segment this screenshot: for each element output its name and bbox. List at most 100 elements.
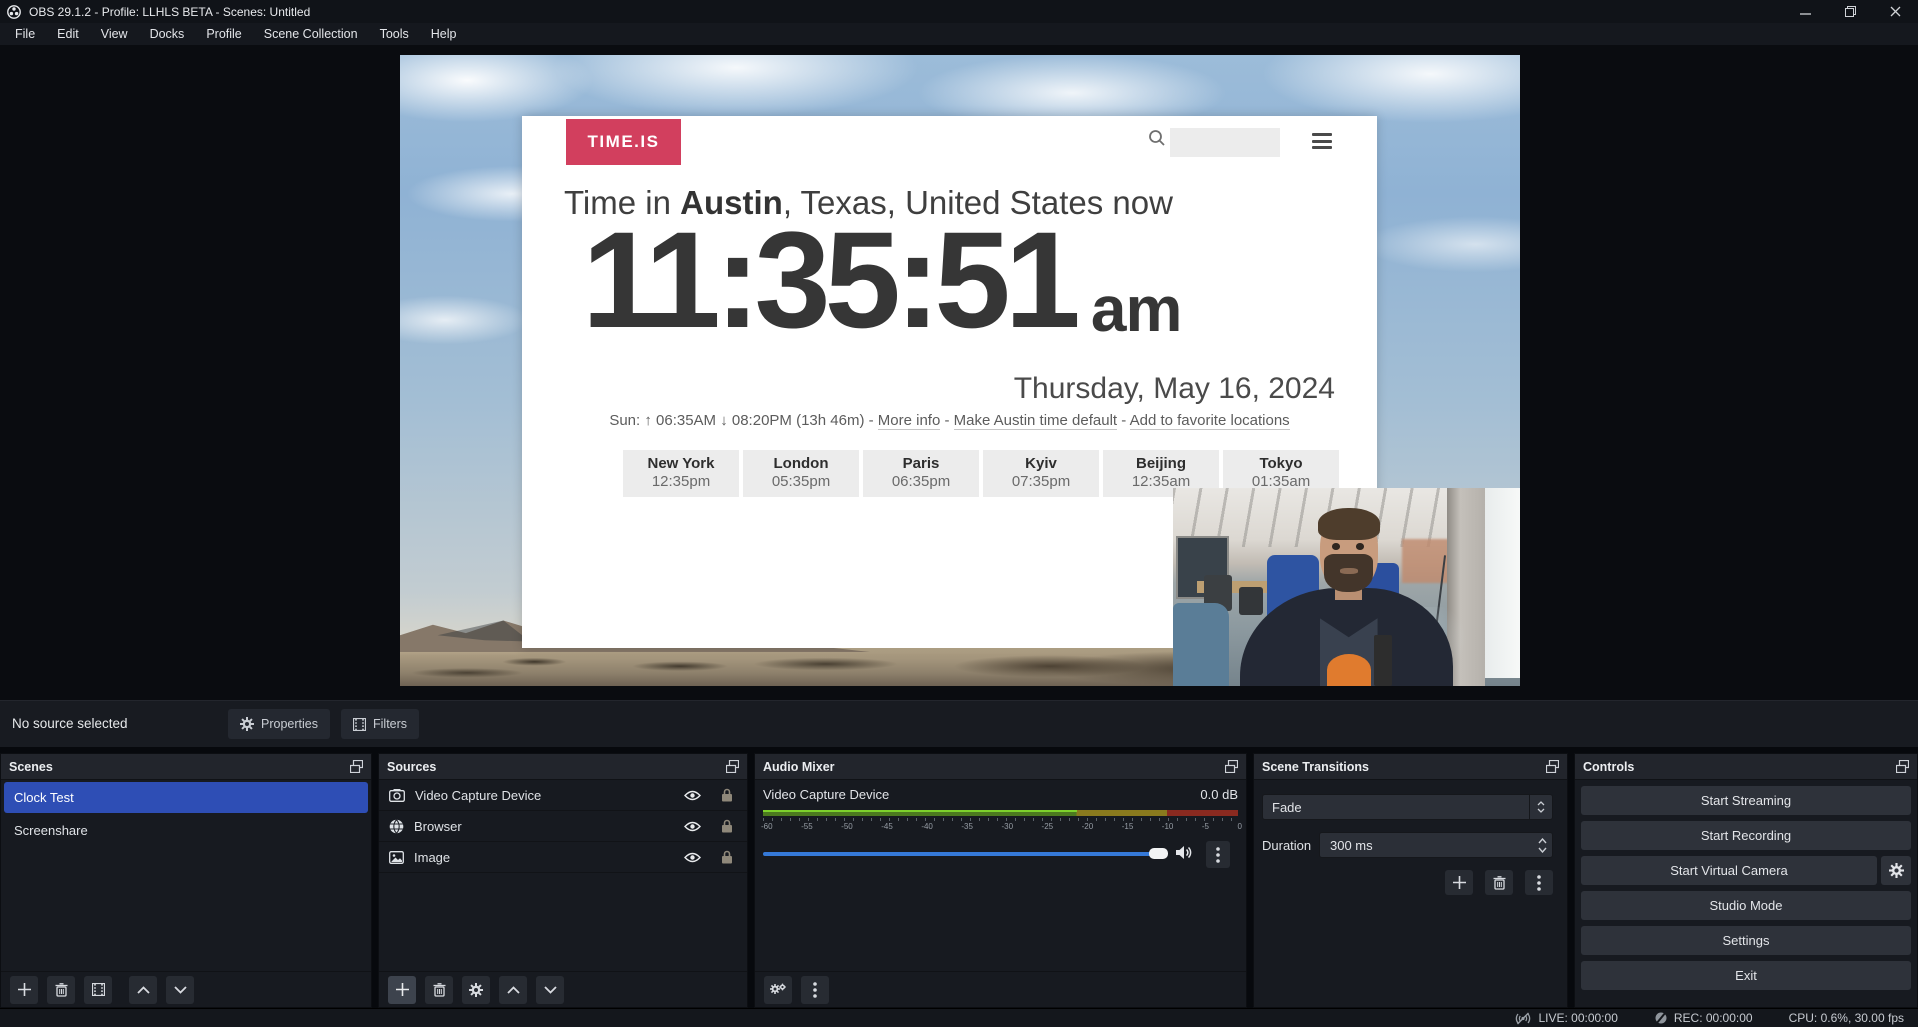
menu-docks[interactable]: Docks <box>139 24 196 44</box>
more-info-link[interactable]: More info <box>878 412 941 430</box>
webcam-overlay-source[interactable] <box>1173 488 1520 686</box>
lock-icon[interactable] <box>721 788 733 802</box>
no-source-selected-label: No source selected <box>12 716 128 731</box>
clock-display: 11:35:51 am <box>582 212 1181 349</box>
preview-canvas[interactable]: TIME.IS Time in Austin, Texas, United St… <box>0 45 1918 700</box>
transition-menu-button[interactable] <box>1525 870 1553 895</box>
plus-icon <box>396 983 409 996</box>
restore-button[interactable] <box>1828 0 1873 23</box>
add-source-button[interactable] <box>388 976 416 1004</box>
visibility-eye-icon[interactable] <box>684 821 701 832</box>
menu-file[interactable]: File <box>4 24 46 44</box>
dock-popout-icon[interactable] <box>1225 760 1238 773</box>
scene-move-up-button[interactable] <box>129 976 157 1004</box>
visibility-eye-icon[interactable] <box>684 790 701 801</box>
clock-meridiem: am <box>1091 277 1182 341</box>
mixer-panel-title: Audio Mixer <box>763 760 835 774</box>
mixer-menu-button[interactable] <box>801 976 829 1004</box>
advanced-audio-button[interactable] <box>764 976 792 1004</box>
camera-icon <box>389 789 405 802</box>
speaker-icon[interactable] <box>1176 845 1193 860</box>
meter-tick-labels: -60-55-50-45-40-35-30-25-20-15-10-50 <box>761 822 1242 831</box>
studio-mode-button[interactable]: Studio Mode <box>1581 891 1911 920</box>
transition-select[interactable]: Fade <box>1262 794 1553 820</box>
scene-move-down-button[interactable] <box>166 976 194 1004</box>
remove-transition-button[interactable] <box>1485 870 1513 895</box>
virtual-camera-config-button[interactable] <box>1881 856 1911 885</box>
cpu-status: CPU: 0.6%, 30.00 fps <box>1789 1011 1904 1025</box>
source-row-video-capture[interactable]: Video Capture Device <box>379 780 747 811</box>
city-card[interactable]: New York12:35pm <box>623 450 739 497</box>
add-transition-button[interactable] <box>1445 870 1473 895</box>
dock-popout-icon[interactable] <box>1896 760 1909 773</box>
person <box>1235 508 1457 686</box>
lock-icon[interactable] <box>721 850 733 864</box>
menu-view[interactable]: View <box>90 24 139 44</box>
duration-spinbox[interactable]: 300 ms <box>1319 832 1553 858</box>
dock-popout-icon[interactable] <box>1546 760 1559 773</box>
close-button[interactable] <box>1873 0 1918 23</box>
clock-time: 11:35:51 <box>582 212 1075 349</box>
start-recording-button[interactable]: Start Recording <box>1581 821 1911 850</box>
filters-button[interactable]: Filters <box>341 709 419 739</box>
dock-popout-icon[interactable] <box>350 760 363 773</box>
start-streaming-button[interactable]: Start Streaming <box>1581 786 1911 815</box>
volume-slider-handle[interactable] <box>1149 848 1168 859</box>
scene-transitions-panel: Scene Transitions Fade Duration 300 ms <box>1253 753 1568 1008</box>
stream-inactive-icon <box>1514 1012 1532 1025</box>
spinbox-arrows-icon[interactable] <box>1532 838 1552 853</box>
audio-mixer-panel: Audio Mixer Video Capture Device 0.0 dB … <box>754 753 1247 1008</box>
start-virtual-camera-button[interactable]: Start Virtual Camera <box>1581 856 1877 885</box>
scene-filters-button[interactable] <box>84 976 112 1004</box>
scenes-panel-title: Scenes <box>9 760 53 774</box>
double-gear-icon <box>770 983 786 997</box>
chevron-up-icon <box>137 986 150 994</box>
search-icon <box>1148 129 1166 147</box>
source-row-image[interactable]: Image <box>379 842 747 873</box>
add-favorite-link[interactable]: Add to favorite locations <box>1130 412 1290 430</box>
chair-armrest <box>1374 635 1391 686</box>
source-properties-button[interactable] <box>462 976 490 1004</box>
menu-profile[interactable]: Profile <box>195 24 252 44</box>
exit-button[interactable]: Exit <box>1581 961 1911 990</box>
menu-tools[interactable]: Tools <box>369 24 420 44</box>
city-card[interactable]: London05:35pm <box>743 450 859 497</box>
menu-edit[interactable]: Edit <box>46 24 90 44</box>
remove-scene-button[interactable] <box>47 976 75 1004</box>
mixer-channel-name: Video Capture Device <box>763 787 889 802</box>
make-default-link[interactable]: Make Austin time default <box>954 412 1117 430</box>
city-card[interactable]: Kyiv07:35pm <box>983 450 1099 497</box>
city-card[interactable]: Paris06:35pm <box>863 450 979 497</box>
person-eye <box>1356 543 1364 549</box>
dock-popout-icon[interactable] <box>726 760 739 773</box>
sources-panel-title: Sources <box>387 760 436 774</box>
minimize-button[interactable] <box>1783 0 1828 23</box>
gear-icon <box>240 717 254 731</box>
scene-item-screenshare[interactable]: Screenshare <box>4 815 368 846</box>
visibility-eye-icon[interactable] <box>684 852 701 863</box>
menu-scene-collection[interactable]: Scene Collection <box>253 24 369 44</box>
mixer-channel-menu-button[interactable] <box>1206 841 1230 868</box>
window-title: OBS 29.1.2 - Profile: LLHLS BETA - Scene… <box>29 5 310 19</box>
add-scene-button[interactable] <box>10 976 38 1004</box>
sun-info-line: Sun: ↑ 06:35AM ↓ 08:20PM (13h 46m) - Mor… <box>522 412 1377 429</box>
properties-button[interactable]: Properties <box>228 709 330 739</box>
gear-icon <box>469 983 483 997</box>
volume-slider-track[interactable] <box>763 852 1166 856</box>
menu-help[interactable]: Help <box>420 24 468 44</box>
source-move-up-button[interactable] <box>499 976 527 1004</box>
transitions-panel-title: Scene Transitions <box>1262 760 1369 774</box>
obs-logo-icon <box>7 5 21 19</box>
plus-icon <box>18 983 31 996</box>
hamburger-menu-icon[interactable] <box>1312 133 1332 149</box>
scene-item-clock-test[interactable]: Clock Test <box>4 782 368 813</box>
source-row-browser[interactable]: Browser <box>379 811 747 842</box>
record-inactive-icon <box>1654 1011 1668 1025</box>
search-input[interactable] <box>1170 128 1280 157</box>
remove-source-button[interactable] <box>425 976 453 1004</box>
gear-icon <box>1889 863 1904 878</box>
person-hair <box>1318 508 1380 540</box>
lock-icon[interactable] <box>721 819 733 833</box>
settings-button[interactable]: Settings <box>1581 926 1911 955</box>
source-move-down-button[interactable] <box>536 976 564 1004</box>
